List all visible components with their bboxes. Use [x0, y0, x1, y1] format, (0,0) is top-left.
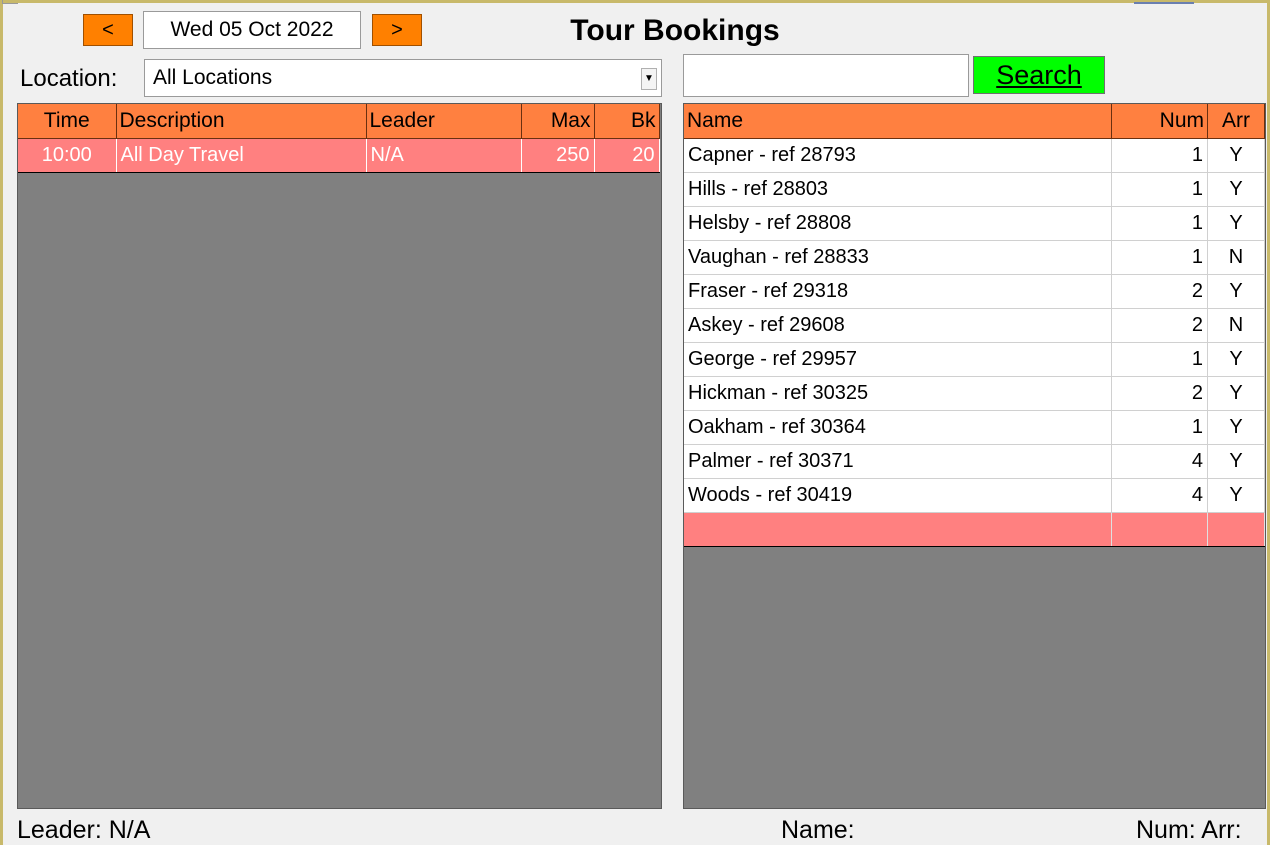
booking-name: Capner - ref 28793	[684, 138, 1113, 173]
booking-num: 1	[1111, 172, 1209, 207]
col-header-bk[interactable]: Bk	[594, 104, 660, 139]
location-label: Location:	[20, 65, 118, 92]
system-menu-icon	[2, 0, 18, 4]
booking-num: 1	[1111, 342, 1209, 377]
search-button[interactable]: Search	[973, 56, 1105, 94]
search-button-label: Search	[996, 60, 1082, 90]
booking-row[interactable]: Oakham - ref 30364 1 Y	[684, 410, 1265, 445]
booking-new-row[interactable]	[684, 512, 1265, 547]
location-selected-value: All Locations	[153, 66, 273, 89]
booking-name: Palmer - ref 30371	[684, 444, 1113, 479]
col-header-description[interactable]: Description	[116, 104, 367, 139]
booking-row[interactable]: Fraser - ref 29318 2 Y	[684, 274, 1265, 309]
booking-new-num[interactable]	[1111, 512, 1209, 547]
booking-name: Vaughan - ref 28833	[684, 240, 1113, 275]
footer-num-arr-label: Num: Arr:	[1136, 816, 1242, 844]
tour-max: 250	[521, 138, 595, 173]
booking-new-arr[interactable]	[1207, 512, 1265, 547]
booking-row[interactable]: Capner - ref 28793 1 Y	[684, 138, 1265, 173]
booking-row[interactable]: Helsby - ref 28808 1 Y	[684, 206, 1265, 241]
booking-name: Hills - ref 28803	[684, 172, 1113, 207]
booking-num: 1	[1111, 138, 1209, 173]
col-header-name[interactable]: Name	[684, 104, 1113, 139]
booking-arr: Y	[1207, 206, 1265, 241]
col-header-max[interactable]: Max	[521, 104, 595, 139]
booking-name: Fraser - ref 29318	[684, 274, 1113, 309]
prev-date-button[interactable]: <	[83, 14, 133, 46]
booking-arr: Y	[1207, 444, 1265, 479]
booking-name: Hickman - ref 30325	[684, 376, 1113, 411]
booking-num: 2	[1111, 308, 1209, 343]
tour-time: 10:00	[18, 138, 117, 173]
col-header-num[interactable]: Num	[1111, 104, 1209, 139]
tour-row[interactable]: 10:00 All Day Travel N/A 250 20	[18, 138, 660, 173]
bookings-table: Name Num Arr Capner - ref 28793 1 Y Hills …	[684, 104, 1265, 547]
booking-new-name[interactable]	[684, 512, 1113, 547]
booking-row[interactable]: Hills - ref 28803 1 Y	[684, 172, 1265, 207]
top-link-underline	[1134, 2, 1194, 4]
booking-arr: Y	[1207, 478, 1265, 513]
date-field[interactable]: Wed 05 Oct 2022	[143, 11, 361, 49]
booking-row[interactable]: Askey - ref 29608 2 N	[684, 308, 1265, 343]
booking-name: Helsby - ref 28808	[684, 206, 1113, 241]
booking-num: 4	[1111, 478, 1209, 513]
booking-num: 1	[1111, 240, 1209, 275]
booking-num: 1	[1111, 410, 1209, 445]
tours-grid[interactable]: Time Description Leader Max Bk 10:00 All…	[17, 103, 662, 809]
booking-arr: N	[1207, 308, 1265, 343]
location-select[interactable]: All Locations ▼	[144, 59, 662, 97]
booking-row[interactable]: Vaughan - ref 28833 1 N	[684, 240, 1265, 275]
tours-header-row: Time Description Leader Max Bk	[18, 104, 660, 139]
booking-row[interactable]: Hickman - ref 30325 2 Y	[684, 376, 1265, 411]
tour-leader: N/A	[366, 138, 522, 173]
bookings-header-row: Name Num Arr	[684, 104, 1265, 139]
booking-num: 2	[1111, 274, 1209, 309]
booking-num: 4	[1111, 444, 1209, 479]
bookings-grid[interactable]: Name Num Arr Capner - ref 28793 1 Y Hills …	[683, 103, 1266, 809]
col-header-leader[interactable]: Leader	[366, 104, 522, 139]
booking-arr: Y	[1207, 342, 1265, 377]
booking-name: Oakham - ref 30364	[684, 410, 1113, 445]
booking-name: Woods - ref 30419	[684, 478, 1113, 513]
booking-row[interactable]: Palmer - ref 30371 4 Y	[684, 444, 1265, 479]
tour-bk: 20	[594, 138, 660, 173]
search-input[interactable]	[683, 54, 969, 97]
booking-arr: Y	[1207, 274, 1265, 309]
dropdown-arrow-icon[interactable]: ▼	[641, 68, 657, 90]
booking-arr: Y	[1207, 376, 1265, 411]
booking-num: 1	[1111, 206, 1209, 241]
booking-name: George - ref 29957	[684, 342, 1113, 377]
next-date-button[interactable]: >	[372, 14, 422, 46]
footer-leader: Leader: N/A	[17, 816, 151, 844]
booking-arr: Y	[1207, 138, 1265, 173]
tour-description: All Day Travel	[116, 138, 367, 173]
booking-name: Askey - ref 29608	[684, 308, 1113, 343]
booking-arr: Y	[1207, 410, 1265, 445]
booking-row[interactable]: Woods - ref 30419 4 Y	[684, 478, 1265, 513]
col-header-arr[interactable]: Arr	[1207, 104, 1265, 139]
tours-table: Time Description Leader Max Bk 10:00 All…	[18, 104, 660, 173]
col-header-time[interactable]: Time	[18, 104, 117, 139]
footer-name-label: Name:	[781, 816, 855, 844]
booking-arr: N	[1207, 240, 1265, 275]
booking-num: 2	[1111, 376, 1209, 411]
page-title: Tour Bookings	[570, 14, 780, 47]
booking-row[interactable]: George - ref 29957 1 Y	[684, 342, 1265, 377]
booking-arr: Y	[1207, 172, 1265, 207]
